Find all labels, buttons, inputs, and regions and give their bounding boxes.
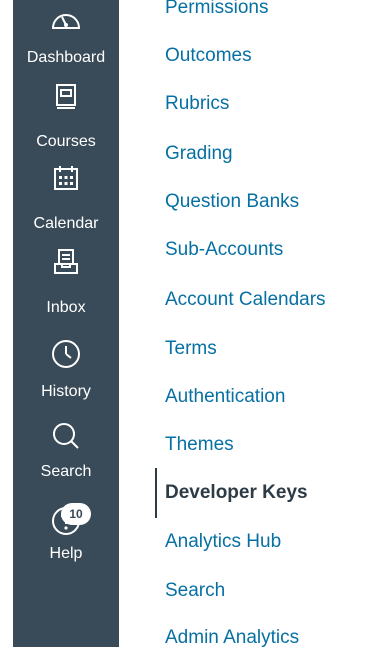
nav-link-authentication[interactable]: Authentication — [165, 385, 285, 409]
nav-label: Calendar — [33, 215, 99, 232]
active-item-indicator — [155, 468, 157, 518]
courses-icon — [13, 82, 119, 112]
nav-item-search[interactable]: Search — [13, 421, 119, 499]
nav-link-search[interactable]: Search — [165, 579, 225, 603]
nav-link-sub-accounts[interactable]: Sub-Accounts — [165, 238, 283, 262]
nav-label: Search — [40, 463, 92, 480]
window-edge — [0, 0, 13, 647]
nav-link-admin-analytics[interactable]: Admin Analytics — [165, 626, 299, 647]
nav-item-inbox[interactable]: Inbox — [13, 247, 119, 325]
nav-link-themes[interactable]: Themes — [165, 433, 234, 457]
nav-label: History — [41, 383, 91, 400]
nav-label: Help — [49, 545, 83, 562]
search-icon — [13, 421, 119, 451]
nav-item-courses[interactable]: Courses — [13, 82, 119, 160]
global-navigation: Dashboard Courses Calendar Inbox History… — [13, 0, 119, 647]
nav-link-rubrics[interactable]: Rubrics — [165, 92, 229, 116]
nav-link-outcomes[interactable]: Outcomes — [165, 44, 252, 68]
nav-label: Inbox — [46, 299, 86, 316]
nav-item-dashboard[interactable]: Dashboard — [13, 0, 119, 70]
nav-link-question-banks[interactable]: Question Banks — [165, 190, 299, 214]
nav-item-calendar[interactable]: Calendar — [13, 163, 119, 241]
admin-navigation: Permissions Outcomes Rubrics Grading Que… — [119, 0, 384, 647]
nav-label: Courses — [36, 133, 96, 150]
nav-link-grading[interactable]: Grading — [165, 142, 233, 166]
canvas-admin-page: Dashboard Courses Calendar Inbox History… — [0, 0, 384, 647]
dashboard-icon — [13, 4, 119, 34]
nav-item-history[interactable]: History — [13, 339, 119, 417]
inbox-icon — [13, 247, 119, 277]
calendar-icon — [13, 163, 119, 193]
nav-link-terms[interactable]: Terms — [165, 337, 217, 361]
nav-link-account-calendars[interactable]: Account Calendars — [165, 288, 326, 312]
history-icon — [13, 339, 119, 369]
nav-item-help[interactable]: 10 Help — [13, 503, 119, 581]
nav-link-permissions[interactable]: Permissions — [165, 0, 268, 20]
nav-label: Dashboard — [26, 49, 106, 66]
nav-link-analytics-hub[interactable]: Analytics Hub — [165, 530, 281, 554]
notification-badge: 10 — [61, 503, 91, 525]
nav-link-developer-keys[interactable]: Developer Keys — [165, 481, 308, 505]
